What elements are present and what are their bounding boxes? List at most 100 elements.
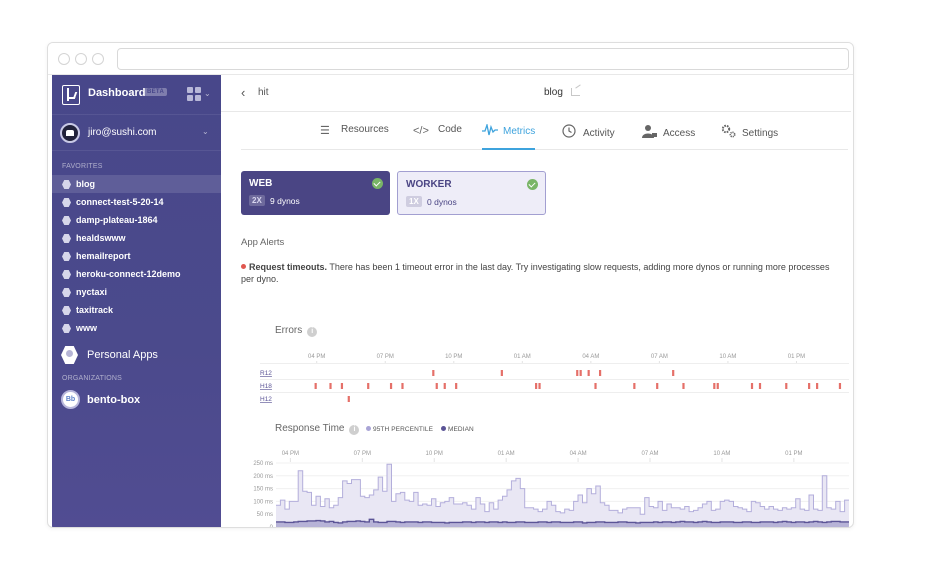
- error-mark: [340, 383, 344, 389]
- tab-code[interactable]: </> Code: [413, 124, 462, 150]
- sidebar-item-taxitrack[interactable]: taxitrack: [52, 301, 221, 319]
- y-tick-label: 200 ms: [253, 474, 273, 480]
- app-hexagon-icon: [62, 234, 71, 243]
- info-icon[interactable]: i: [307, 327, 318, 337]
- heroku-logo-icon[interactable]: [62, 85, 80, 105]
- response-time-chart: 0 50 ms 100 ms 150 ms 200 ms 250 ms 04 PM 07 PM…: [253, 451, 849, 528]
- dashboard-title[interactable]: Dashboard: [88, 87, 145, 99]
- app-hexagon-icon: [62, 252, 71, 261]
- x-tick-label: 07 AM: [642, 451, 659, 457]
- sidebar-item-heroku-connect-12demo[interactable]: heroku-connect-12demo: [52, 265, 221, 283]
- organization-item[interactable]: Bb bento-box: [52, 387, 221, 413]
- sidebar-item-healdswww[interactable]: healdswww: [52, 229, 221, 247]
- x-tick-label: 04 AM: [570, 451, 587, 457]
- clock-icon: [562, 124, 578, 141]
- x-tick-label: 04 PM: [308, 354, 325, 360]
- error-mark: [816, 383, 819, 389]
- x-tick-label: 07 PM: [354, 451, 371, 457]
- personal-apps-link[interactable]: Personal Apps: [52, 341, 221, 369]
- sidebar-item-www[interactable]: www: [52, 319, 221, 337]
- p95-area: [276, 464, 849, 527]
- sidebar-item-label: taxitrack: [76, 305, 114, 315]
- back-link[interactable]: hit: [258, 87, 269, 98]
- app-alerts-heading: App Alerts: [241, 237, 285, 248]
- tab-resources[interactable]: ☰ Resources: [320, 124, 389, 150]
- error-mark: [538, 383, 541, 389]
- error-mark: [656, 383, 659, 389]
- favorites-heading: FAVORITES: [62, 163, 103, 170]
- errors-chart: 04 PM 07 PM 10 PM 01 AM 04 AM 07 AM 10 AM 01 PM…: [260, 354, 849, 403]
- sidebar-item-label: heroku-connect-12demo: [76, 269, 181, 279]
- dyno-count: 9 dynos: [270, 196, 300, 206]
- error-mark: [500, 370, 503, 376]
- favorites-list: blog connect-test-5-20-14 damp-plateau-186…: [52, 175, 221, 337]
- error-mark: [576, 370, 579, 376]
- sidebar-item-label: healdswww: [76, 233, 126, 243]
- error-mark: [682, 383, 685, 389]
- check-circle-icon: [372, 178, 383, 189]
- sidebar: Dashboard BETA ⌄ jiro@sushi.com ⌄ FAVORI…: [52, 75, 221, 527]
- x-tick-label: 04 PM: [282, 451, 299, 457]
- sidebar-item-connect-test-5-20-14[interactable]: connect-test-5-20-14: [52, 193, 221, 211]
- error-mark: [347, 396, 350, 402]
- sidebar-header: Dashboard BETA ⌄: [52, 75, 221, 115]
- error-mark: [713, 383, 716, 389]
- error-mark: [455, 383, 458, 389]
- back-chevron-icon[interactable]: ‹: [241, 85, 245, 100]
- dyno-size-badge: 2X: [249, 195, 265, 206]
- check-circle-icon: [527, 179, 538, 190]
- url-bar[interactable]: [117, 48, 849, 70]
- error-code-R12[interactable]: R12: [260, 370, 272, 377]
- external-link-icon[interactable]: [571, 88, 580, 96]
- sidebar-item-label: connect-test-5-20-14: [76, 197, 164, 207]
- chevron-down-icon[interactable]: ⌄: [204, 89, 211, 98]
- error-mark: [435, 383, 438, 389]
- dyno-count: 0 dynos: [427, 197, 457, 207]
- legend-item-p95[interactable]: 95TH PERCENTILE: [366, 426, 433, 433]
- sidebar-item-blog[interactable]: blog: [52, 175, 221, 193]
- dyno-size-badge: 1X: [406, 196, 422, 207]
- app-hexagon-icon: [62, 198, 71, 207]
- app-hexagon-icon: [62, 324, 71, 333]
- account-switcher[interactable]: jiro@sushi.com ⌄: [52, 115, 221, 151]
- maximize-window-button[interactable]: [92, 53, 104, 65]
- legend-item-median[interactable]: MEDIAN: [440, 426, 474, 433]
- error-mark: [401, 383, 404, 389]
- close-window-button[interactable]: [58, 53, 70, 65]
- error-mark: [633, 383, 636, 389]
- dyno-card-worker[interactable]: WORKER 1X 0 dynos: [397, 171, 546, 215]
- error-mark: [329, 383, 332, 389]
- tab-activity[interactable]: Activity: [562, 124, 615, 150]
- app-tabs: ☰ Resources </> Code Metrics Activity Acce…: [241, 112, 848, 150]
- main-content: ‹ hit blog ☰ Resources </> Code Metrics Ac…: [221, 75, 851, 527]
- error-mark: [598, 370, 602, 376]
- alert-item: Request timeouts. There has been 1 timeo…: [241, 261, 841, 285]
- app-header: ‹ hit blog: [221, 75, 851, 112]
- org-avatar: Bb: [61, 390, 80, 409]
- response-time-chart-title: Response Time i: [275, 423, 360, 435]
- info-icon[interactable]: i: [349, 425, 360, 435]
- x-tick-label: 10 AM: [713, 451, 730, 457]
- apps-grid-icon[interactable]: [187, 87, 201, 101]
- tab-settings[interactable]: Settings: [721, 124, 778, 150]
- minimize-window-button[interactable]: [75, 53, 87, 65]
- chevron-down-icon[interactable]: ⌄: [202, 127, 209, 136]
- sidebar-item-nyctaxi[interactable]: nyctaxi: [52, 283, 221, 301]
- tab-metrics[interactable]: Metrics: [482, 122, 536, 150]
- sidebar-item-hemailreport[interactable]: hemailreport: [52, 247, 221, 265]
- org-label: bento-box: [87, 394, 141, 406]
- dyno-card-web[interactable]: WEB 2X 9 dynos: [241, 171, 390, 215]
- app-hexagon-icon: [62, 288, 71, 297]
- app-hexagon-icon: [62, 270, 71, 279]
- sidebar-item-damp-plateau-1864[interactable]: damp-plateau-1864: [52, 211, 221, 229]
- error-code-H18[interactable]: H18: [260, 383, 272, 390]
- x-tick-label: 07 PM: [377, 354, 394, 360]
- y-tick-label: 0: [270, 525, 274, 528]
- error-mark: [535, 383, 538, 389]
- dyno-name: WEB: [249, 178, 273, 189]
- error-code-H12[interactable]: H12: [260, 396, 272, 403]
- x-tick-label: 01 PM: [788, 354, 805, 360]
- tab-access[interactable]: Access: [642, 124, 695, 150]
- errors-chart-title: Errors i: [275, 325, 318, 337]
- error-mark: [389, 383, 393, 389]
